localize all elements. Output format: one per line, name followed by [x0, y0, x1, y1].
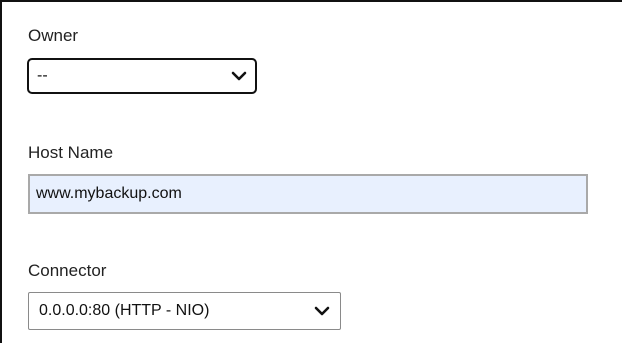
- connector-selected-value: 0.0.0.0:80 (HTTP - NIO): [39, 302, 210, 319]
- connector-label: Connector: [28, 261, 107, 280]
- owner-select[interactable]: --: [27, 58, 257, 94]
- host-name-input[interactable]: [28, 174, 588, 214]
- chevron-down-icon: [314, 303, 330, 319]
- form-panel: Owner -- Host Name Connector 0.0.0.0:80 …: [0, 0, 622, 343]
- connector-select[interactable]: 0.0.0.0:80 (HTTP - NIO): [28, 292, 341, 330]
- chevron-down-icon: [231, 68, 247, 84]
- owner-selected-value: --: [37, 67, 48, 84]
- owner-label: Owner: [28, 26, 79, 45]
- host-name-label: Host Name: [28, 143, 114, 162]
